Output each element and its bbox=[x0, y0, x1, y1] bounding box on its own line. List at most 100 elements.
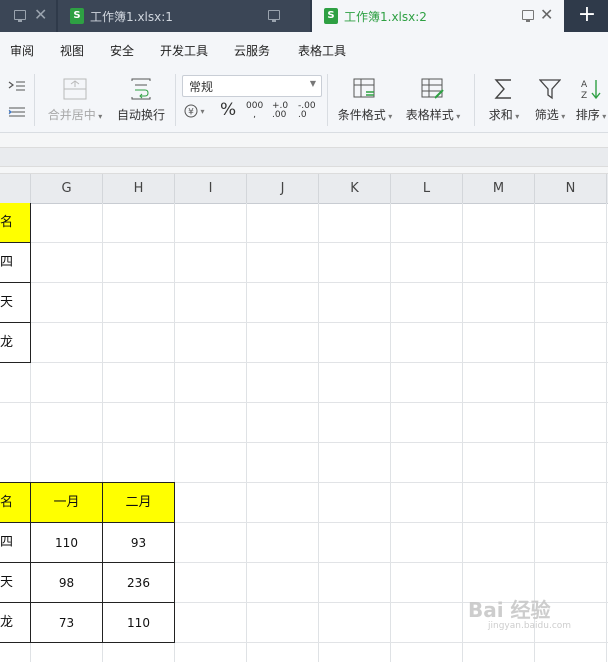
separator bbox=[327, 74, 328, 126]
table-cell[interactable]: 四 bbox=[0, 243, 30, 283]
header-text: 名 bbox=[0, 215, 14, 230]
filter-icon bbox=[539, 79, 561, 100]
table-cell[interactable]: 四 bbox=[0, 523, 30, 563]
decrease-decimal-button[interactable]: -.00.0 bbox=[298, 102, 316, 120]
tab-workbook-1[interactable]: S 工作簿1.xlsx:1 bbox=[58, 0, 310, 32]
worksheet[interactable]: G H I J K L M N 名 四 天 龙 名 一月 二月 四 110 93… bbox=[0, 174, 608, 662]
decrease-decimal-label: -.00 bbox=[298, 101, 316, 111]
menu-table-tools[interactable]: 表格工具 bbox=[298, 42, 346, 59]
sum-button[interactable]: 求和 ▾ bbox=[484, 78, 524, 123]
svg-text:¥: ¥ bbox=[188, 107, 194, 117]
sort-button[interactable]: A Z 排序 ▾ bbox=[574, 78, 608, 123]
column-header-j[interactable]: J bbox=[247, 174, 319, 203]
conditional-format-button[interactable]: 条件格式 ▾ bbox=[334, 78, 396, 123]
table-border bbox=[0, 642, 175, 643]
table-border bbox=[0, 562, 175, 563]
watermark-text: Bai 经验 bbox=[468, 598, 551, 622]
table-header-cell[interactable]: 二月 bbox=[103, 483, 174, 523]
conditional-format-icon bbox=[353, 78, 375, 98]
table-cell[interactable]: 110 bbox=[103, 603, 174, 643]
wrap-text-icon bbox=[131, 78, 151, 100]
pin-icon[interactable] bbox=[522, 10, 534, 22]
column-header-i[interactable]: I bbox=[175, 174, 247, 203]
column-header-l[interactable]: L bbox=[391, 174, 463, 203]
table-header-cell[interactable]: 一月 bbox=[31, 483, 102, 523]
percent-button[interactable]: % bbox=[220, 100, 236, 120]
table-cell[interactable]: 73 bbox=[31, 603, 102, 643]
column-header-n[interactable]: N bbox=[535, 174, 607, 203]
menu-developer[interactable]: 开发工具 bbox=[160, 42, 208, 59]
number-format-value: 常规 bbox=[189, 80, 214, 94]
merge-center-label: 合并居中 bbox=[47, 108, 96, 122]
tab-workbook-2[interactable]: S 工作簿1.xlsx:2 ✕ bbox=[312, 0, 564, 32]
merge-center-button[interactable]: 合并居中 ▾ bbox=[44, 78, 106, 123]
table-style-button[interactable]: 表格样式 ▾ bbox=[402, 78, 464, 123]
gridline bbox=[0, 402, 608, 403]
thousands-label: 000 bbox=[246, 101, 264, 111]
column-headers: G H I J K L M N bbox=[0, 174, 608, 204]
table-cell[interactable]: 天 bbox=[0, 283, 30, 323]
currency-icon: ¥ bbox=[184, 104, 198, 117]
table-border bbox=[174, 482, 175, 643]
table-cell[interactable]: 龙 bbox=[0, 323, 30, 363]
table-cell[interactable]: 98 bbox=[31, 563, 102, 603]
table-border bbox=[102, 482, 103, 643]
table-cell[interactable]: 236 bbox=[103, 563, 174, 603]
gridline bbox=[0, 362, 608, 363]
gridline bbox=[246, 203, 247, 662]
svg-text:Z: Z bbox=[581, 91, 587, 100]
table-border bbox=[0, 602, 175, 603]
column-header-partial[interactable] bbox=[0, 174, 31, 203]
pin-icon[interactable] bbox=[14, 10, 26, 22]
sort-label: 排序 bbox=[575, 108, 600, 122]
currency-button[interactable]: ¥ ▾ bbox=[184, 103, 205, 118]
table-border bbox=[0, 522, 175, 523]
spreadsheet-icon: S bbox=[70, 8, 84, 24]
gridline bbox=[0, 322, 608, 323]
new-tab-button[interactable]: + bbox=[566, 0, 608, 32]
table-header-cell[interactable]: 名 bbox=[0, 203, 30, 243]
column-header-k[interactable]: K bbox=[319, 174, 391, 203]
wrap-text-button[interactable]: 自动换行 bbox=[114, 78, 168, 123]
conditional-format-label: 条件格式 bbox=[337, 108, 386, 122]
table-border bbox=[0, 242, 31, 243]
formula-input[interactable] bbox=[0, 147, 608, 167]
toolbar: 合并居中 ▾ 自动换行 常规 ▼ ¥ ▾ % 000, +.0.00 -.00.… bbox=[0, 68, 608, 133]
table-cell[interactable]: 天 bbox=[0, 563, 30, 603]
gridline bbox=[0, 242, 608, 243]
pin-icon[interactable] bbox=[268, 10, 280, 22]
column-header-h[interactable]: H bbox=[103, 174, 175, 203]
number-format-select[interactable]: 常规 ▼ bbox=[182, 75, 322, 97]
distributed-align-icon[interactable] bbox=[8, 106, 26, 120]
formula-bar[interactable] bbox=[0, 133, 608, 174]
indent-icon[interactable] bbox=[8, 80, 26, 94]
table-border bbox=[30, 203, 31, 363]
menu-review[interactable]: 审阅 bbox=[10, 42, 34, 59]
gridline bbox=[318, 203, 319, 662]
table-cell[interactable]: 110 bbox=[31, 523, 102, 563]
watermark-subtext: jingyan.baidu.com bbox=[488, 621, 572, 631]
column-header-m[interactable]: M bbox=[463, 174, 535, 203]
table-style-icon bbox=[421, 78, 444, 99]
table-cell[interactable]: 龙 bbox=[0, 603, 30, 643]
increase-decimal-button[interactable]: +.0.00 bbox=[272, 102, 288, 120]
table-border bbox=[0, 322, 31, 323]
tab-label: 工作簿1.xlsx:1 bbox=[90, 10, 173, 24]
close-icon[interactable]: ✕ bbox=[34, 6, 47, 24]
gridline bbox=[462, 203, 463, 662]
wrap-text-label: 自动换行 bbox=[116, 108, 165, 122]
filter-button[interactable]: 筛选 ▾ bbox=[530, 78, 570, 123]
close-icon[interactable]: ✕ bbox=[540, 6, 553, 24]
svg-text:A: A bbox=[581, 80, 588, 90]
table-cell[interactable]: 93 bbox=[103, 523, 174, 563]
menu-view[interactable]: 视图 bbox=[60, 42, 84, 59]
menu-cloud[interactable]: 云服务 bbox=[234, 42, 270, 59]
thousands-separator-button[interactable]: 000, bbox=[246, 102, 263, 120]
tab-partial[interactable]: ✕ bbox=[0, 0, 56, 32]
table-style-label: 表格样式 bbox=[405, 108, 454, 122]
table-header-cell[interactable]: 名 bbox=[0, 483, 30, 523]
menu-security[interactable]: 安全 bbox=[110, 42, 134, 59]
table-border bbox=[0, 482, 175, 483]
column-header-g[interactable]: G bbox=[31, 174, 103, 203]
spreadsheet-icon: S bbox=[324, 8, 338, 24]
